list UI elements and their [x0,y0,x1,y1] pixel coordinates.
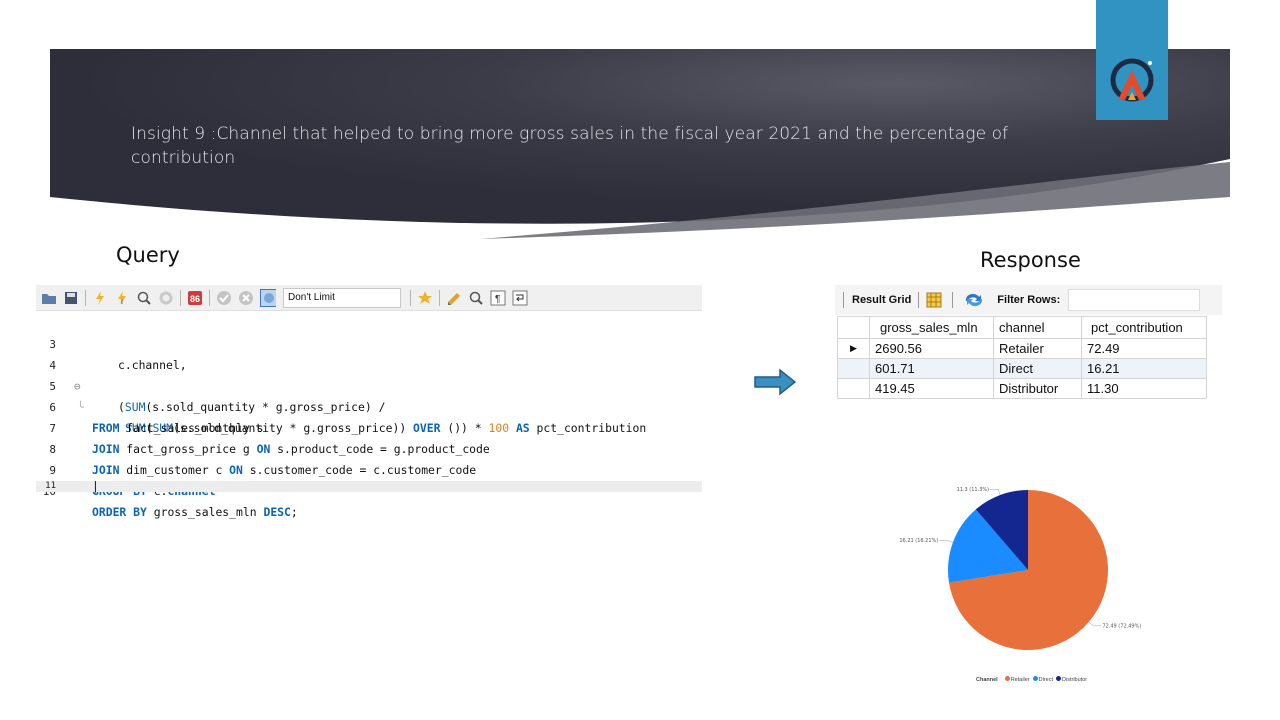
code-line: 9 GROUP BY c.channel [36,439,702,498]
result-grid-tab[interactable]: Result Grid [852,294,911,306]
refresh-icon[interactable] [963,292,985,308]
current-code-line[interactable]: 11 | [36,479,702,493]
table-cell[interactable]: 16.21 [1081,358,1207,379]
rollback-icon[interactable] [238,290,254,306]
find-icon[interactable] [468,290,484,306]
table-row[interactable]: 419.45 Distributor 11.30 [837,378,1207,399]
chart-legend: Channel Retailer Direct Distributor [976,676,1087,683]
slide-title: Insight 9 :Channel that helped to bring … [131,124,1009,168]
execute-icon[interactable] [92,290,108,306]
table-cell[interactable]: 601.71 [869,358,994,379]
editor-toolbar: I 86 Don't Limit ¶ [36,285,702,311]
table-cell[interactable]: Direct [993,358,1082,379]
svg-text:¶: ¶ [495,294,500,305]
autocommit-icon[interactable] [260,288,276,307]
response-heading: Response [980,248,1081,272]
svg-text:I: I [121,299,123,306]
beautify-icon[interactable] [446,290,462,306]
toolbar-divider [918,292,920,308]
code-line: 7 JOIN fact_gross_price g ON s.product_c… [36,397,702,456]
data-label: 16.21 (16.21%) [899,538,938,544]
result-panel: Result Grid Filter Rows: gross_sales_mln… [835,285,1222,445]
row-indicator-header [837,316,870,339]
pie-chart: 72.49 (72.49%) 16.21 (16.21%) 11.3 (11.3%)… [880,455,1160,695]
arrow-right-icon [754,368,796,396]
filter-rows-input[interactable] [1068,289,1201,311]
toolbar-divider [410,289,411,306]
code-area[interactable]: 3 c.channel, 4 ⊖ (SUM(s.sold_quantity * … [36,313,702,519]
legend-item[interactable]: Direct [1039,677,1053,683]
wrap-icon[interactable] [512,290,528,306]
column-header[interactable]: channel [993,316,1082,339]
legend-dot-icon [1056,676,1062,681]
table-cell[interactable]: Distributor [993,378,1082,399]
result-toolbar: Result Grid Filter Rows: [835,285,1222,315]
svg-text:86: 86 [190,294,200,304]
code-line: 10 ORDER BY gross_sales_mln DESC; [36,460,702,519]
code-line: 4 ⊖ (SUM(s.sold_quantity * g.gross_price… [36,334,702,414]
table-cell[interactable]: Retailer [993,338,1082,359]
legend-item[interactable]: Distributor [1062,677,1087,683]
legend-dot-icon [1032,676,1038,681]
toggle-error-icon[interactable]: 86 [187,290,203,306]
data-label-leader [1088,621,1102,627]
toolbar-divider [209,289,210,306]
line-number: 11 [45,481,56,491]
legend-title: Channel [976,676,998,683]
current-row-indicator-icon: ▶ [837,338,870,359]
query-heading: Query [116,243,180,267]
table-cell[interactable]: 11.30 [1081,378,1207,399]
explain-icon[interactable] [136,290,152,306]
save-icon[interactable] [63,290,79,306]
table-cell[interactable]: 2690.56 [869,338,994,359]
table-cell[interactable]: 419.45 [869,378,994,399]
toolbar-divider [843,292,844,308]
bookmark-star-icon[interactable] [417,290,433,306]
code-line: 5 ╰ SUM(SUM(s.sold_quantity * g.gross_pr… [36,355,702,435]
table-cell[interactable]: 72.49 [1081,338,1207,359]
data-label: 72.49 (72.49%) [1102,623,1141,629]
code-line: 6 FROM fact_sales_monthly s [36,376,702,435]
column-header[interactable]: gross_sales_mln [869,316,994,339]
form-view-icon[interactable] [926,292,942,308]
brand-logo-icon [1110,58,1154,102]
toolbar-divider [85,289,86,306]
table-row[interactable]: ▶ 2690.56 Retailer 72.49 [837,338,1207,359]
legend-dot-icon [1004,676,1010,681]
result-table: gross_sales_mln channel pct_contribution… [837,316,1207,399]
data-label: 11.3 (11.3%) [957,487,990,493]
table-row[interactable]: 601.71 Direct 16.21 [837,358,1207,379]
data-label-leader [990,489,1001,496]
row-indicator [837,358,870,379]
pie-chart-svg: 72.49 (72.49%) 16.21 (16.21%) 11.3 (11.3%) [899,487,1141,650]
execute-current-icon[interactable]: I [114,290,130,306]
row-indicator [837,378,870,399]
code-line: 8 JOIN dim_customer c ON s.customer_code… [36,418,702,477]
toolbar-divider [439,289,440,306]
stop-icon[interactable] [158,290,174,306]
toolbar-divider [180,289,181,306]
text-cursor: | [92,479,99,493]
slide-header: Insight 9 :Channel that helped to bring … [50,49,1230,239]
data-label-leader [939,540,953,543]
commit-icon[interactable] [216,290,232,306]
code-line: 3 c.channel, [36,313,702,372]
invisible-chars-icon[interactable]: ¶ [490,290,506,306]
toolbar-divider [952,292,954,308]
table-header-row: gross_sales_mln channel pct_contribution [837,316,1207,339]
code-text: ORDER BY gross_sales_mln DESC; [92,505,298,519]
sql-editor: I 86 Don't Limit ¶ 3 c.channel, 4 ⊖ (SUM… [36,285,702,519]
limit-rows-select[interactable]: Don't Limit [283,287,401,308]
column-header[interactable]: pct_contribution [1081,316,1207,339]
filter-rows-label: Filter Rows: [997,294,1061,306]
brand-logo-tab [1096,0,1168,120]
legend-item[interactable]: Retailer [1011,677,1030,683]
open-folder-icon[interactable] [41,290,57,306]
